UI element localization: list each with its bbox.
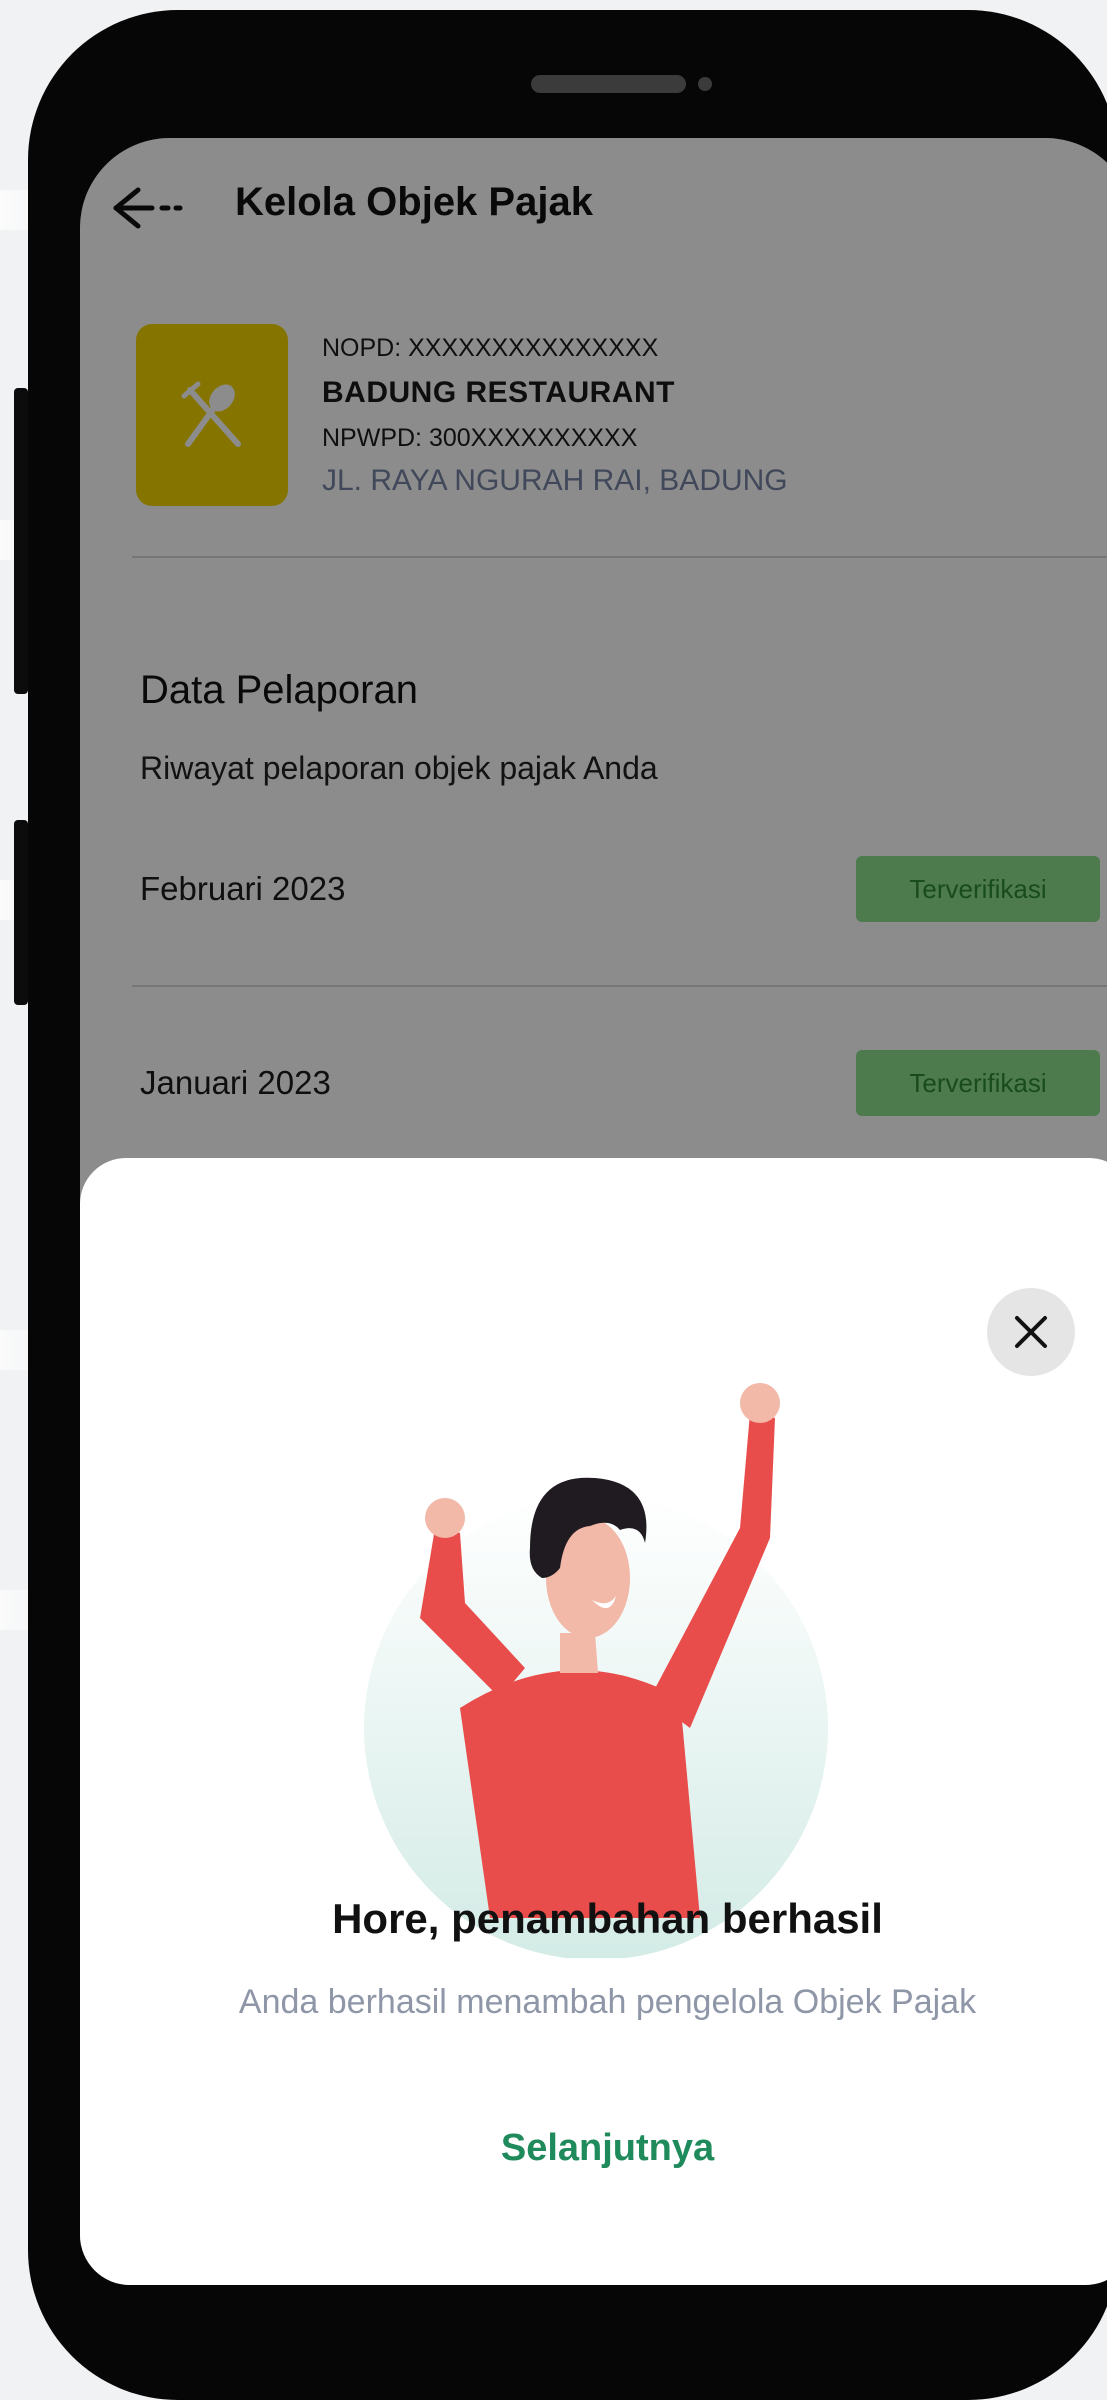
side-button [14, 388, 28, 694]
celebrating-person-illustration [364, 1383, 828, 1958]
close-button[interactable] [987, 1288, 1075, 1376]
phone-frame: Kelola Objek Pajak NOPD: XXXXXXXXXXXXXXX… [14, 10, 1107, 2400]
next-button[interactable]: Selanjutnya [80, 2127, 1107, 2170]
speaker-grille [531, 75, 686, 93]
close-icon [1015, 1316, 1047, 1348]
front-camera [698, 77, 712, 91]
sheet-message: Anda berhasil menambah pengelola Objek P… [238, 1983, 977, 2021]
app-screen: Kelola Objek Pajak NOPD: XXXXXXXXXXXXXXX… [80, 138, 1107, 2285]
side-button [14, 820, 28, 1005]
success-bottom-sheet: Hore, penambahan berhasil Anda berhasil … [80, 1158, 1107, 2285]
sheet-title: Hore, penambahan berhasil [332, 1895, 883, 1942]
